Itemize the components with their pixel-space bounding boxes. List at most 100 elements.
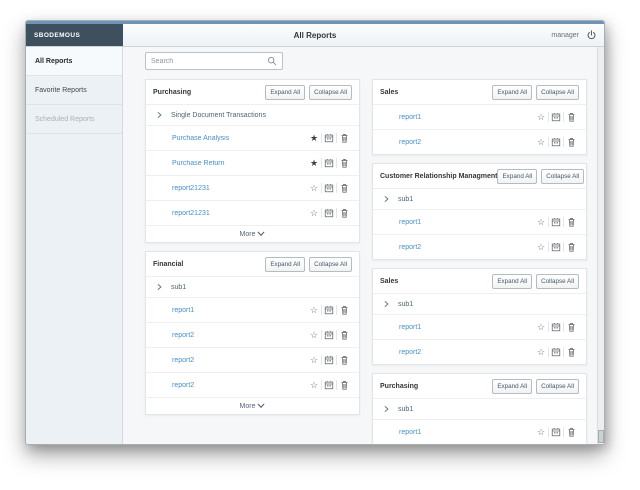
- delete-trash-icon[interactable]: [564, 347, 578, 357]
- favorite-star-icon[interactable]: ☆: [534, 323, 548, 332]
- favorite-star-icon[interactable]: ☆: [307, 356, 321, 365]
- group-row-sub1[interactable]: sub1: [373, 398, 586, 419]
- search-icon[interactable]: [267, 56, 277, 66]
- card-header: SalesExpand AllCollapse All: [373, 269, 586, 293]
- delete-trash-icon[interactable]: [337, 208, 351, 218]
- collapse-all-button[interactable]: Collapse All: [536, 274, 579, 289]
- favorite-star-icon[interactable]: ☆: [534, 218, 548, 227]
- report-row: report1☆: [146, 297, 359, 322]
- report-link[interactable]: report1: [399, 114, 534, 121]
- more-link[interactable]: More: [146, 397, 359, 414]
- report-link[interactable]: report21231: [172, 185, 307, 192]
- schedule-calendar-icon[interactable]: [322, 158, 336, 168]
- more-link[interactable]: More: [146, 225, 359, 242]
- report-link[interactable]: Purchase Analysis: [172, 135, 307, 142]
- row-action-icons: ☆: [307, 208, 351, 218]
- delete-trash-icon[interactable]: [337, 330, 351, 340]
- delete-trash-icon[interactable]: [564, 242, 578, 252]
- favorite-star-icon[interactable]: ★: [307, 159, 321, 168]
- favorite-star-icon[interactable]: ☆: [534, 348, 548, 357]
- favorite-star-icon[interactable]: ☆: [307, 184, 321, 193]
- expand-all-button[interactable]: Expand All: [492, 274, 532, 289]
- scrollbar-thumb[interactable]: [598, 430, 604, 443]
- group-row-sub1[interactable]: sub1: [373, 293, 586, 314]
- report-link[interactable]: report1: [399, 324, 534, 331]
- favorite-star-icon[interactable]: ☆: [307, 209, 321, 218]
- delete-trash-icon[interactable]: [337, 355, 351, 365]
- chevron-right-icon[interactable]: [383, 300, 390, 308]
- expand-all-button[interactable]: Expand All: [265, 85, 305, 100]
- sidebar-item-scheduled-reports[interactable]: Scheduled Reports: [26, 105, 122, 134]
- group-row-sub1[interactable]: sub1: [146, 276, 359, 297]
- delete-trash-icon[interactable]: [337, 183, 351, 193]
- card-header: SalesExpand AllCollapse All: [373, 80, 586, 104]
- schedule-calendar-icon[interactable]: [322, 305, 336, 315]
- report-link[interactable]: report2: [172, 357, 307, 364]
- delete-trash-icon[interactable]: [337, 380, 351, 390]
- delete-trash-icon[interactable]: [564, 137, 578, 147]
- delete-trash-icon[interactable]: [564, 322, 578, 332]
- report-link[interactable]: report21231: [172, 210, 307, 217]
- delete-trash-icon[interactable]: [564, 112, 578, 122]
- schedule-calendar-icon[interactable]: [549, 427, 563, 437]
- sidebar-item-favorite-reports[interactable]: Favorite Reports: [26, 76, 122, 105]
- favorite-star-icon[interactable]: ☆: [534, 113, 548, 122]
- expand-all-button[interactable]: Expand All: [497, 169, 537, 184]
- favorite-star-icon[interactable]: ☆: [307, 306, 321, 315]
- report-link[interactable]: report1: [399, 429, 534, 436]
- group-row-sub1[interactable]: sub1: [373, 188, 586, 209]
- sidebar-item-all-reports[interactable]: All Reports: [26, 47, 122, 76]
- vertical-scrollbar[interactable]: [597, 47, 604, 444]
- expand-all-button[interactable]: Expand All: [265, 257, 305, 272]
- schedule-calendar-icon[interactable]: [322, 330, 336, 340]
- favorite-star-icon[interactable]: ☆: [534, 138, 548, 147]
- group-label: sub1: [398, 196, 413, 203]
- group-row-single-document-transactions[interactable]: Single Document Transactions: [146, 104, 359, 125]
- schedule-calendar-icon[interactable]: [322, 183, 336, 193]
- favorite-star-icon[interactable]: ☆: [534, 428, 548, 437]
- collapse-all-button[interactable]: Collapse All: [541, 169, 584, 184]
- delete-trash-icon[interactable]: [337, 305, 351, 315]
- search-input[interactable]: [151, 58, 267, 65]
- schedule-calendar-icon[interactable]: [322, 208, 336, 218]
- favorite-star-icon[interactable]: ☆: [534, 243, 548, 252]
- report-link[interactable]: report2: [399, 349, 534, 356]
- report-link[interactable]: report2: [172, 382, 307, 389]
- delete-trash-icon[interactable]: [564, 427, 578, 437]
- favorite-star-icon[interactable]: ☆: [307, 381, 321, 390]
- report-columns: PurchasingExpand AllCollapse AllSingle D…: [145, 79, 590, 444]
- chevron-right-icon[interactable]: [383, 195, 390, 203]
- report-link[interactable]: report2: [172, 332, 307, 339]
- delete-trash-icon[interactable]: [564, 217, 578, 227]
- report-row: Purchase Return★: [146, 150, 359, 175]
- schedule-calendar-icon[interactable]: [549, 242, 563, 252]
- report-link[interactable]: report2: [399, 244, 534, 251]
- delete-trash-icon[interactable]: [337, 158, 351, 168]
- favorite-star-icon[interactable]: ★: [307, 134, 321, 143]
- expand-all-button[interactable]: Expand All: [492, 379, 532, 394]
- chevron-right-icon[interactable]: [383, 405, 390, 413]
- power-logout-icon[interactable]: [586, 30, 597, 41]
- schedule-calendar-icon[interactable]: [322, 355, 336, 365]
- schedule-calendar-icon[interactable]: [549, 322, 563, 332]
- collapse-all-button[interactable]: Collapse All: [536, 379, 579, 394]
- schedule-calendar-icon[interactable]: [322, 380, 336, 390]
- delete-trash-icon[interactable]: [337, 133, 351, 143]
- schedule-calendar-icon[interactable]: [549, 137, 563, 147]
- collapse-all-button[interactable]: Collapse All: [536, 85, 579, 100]
- chevron-right-icon[interactable]: [156, 111, 163, 119]
- report-link[interactable]: report2: [399, 139, 534, 146]
- schedule-calendar-icon[interactable]: [549, 347, 563, 357]
- favorite-star-icon[interactable]: ☆: [307, 331, 321, 340]
- collapse-all-button[interactable]: Collapse All: [309, 85, 352, 100]
- schedule-calendar-icon[interactable]: [322, 133, 336, 143]
- chevron-right-icon[interactable]: [156, 283, 163, 291]
- expand-all-button[interactable]: Expand All: [492, 85, 532, 100]
- report-link[interactable]: report1: [399, 219, 534, 226]
- row-action-icons: ☆: [307, 305, 351, 315]
- schedule-calendar-icon[interactable]: [549, 112, 563, 122]
- schedule-calendar-icon[interactable]: [549, 217, 563, 227]
- report-link[interactable]: report1: [172, 307, 307, 314]
- report-link[interactable]: Purchase Return: [172, 160, 307, 167]
- collapse-all-button[interactable]: Collapse All: [309, 257, 352, 272]
